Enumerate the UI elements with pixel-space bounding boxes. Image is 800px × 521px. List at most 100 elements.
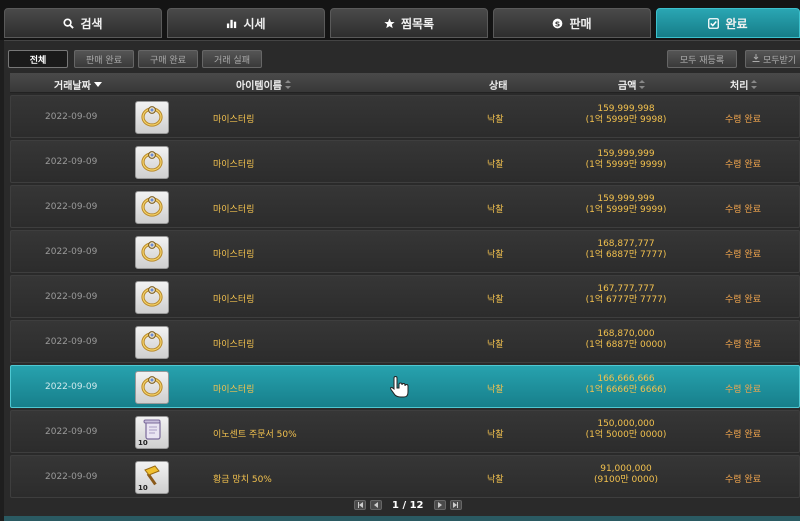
table-row[interactable]: 2022-09-09 마이스터링 낙찰 159,999,999 (1억 5999만 99…: [10, 185, 800, 228]
item-name: 황금 망치 50%: [213, 475, 272, 485]
trade-date: 2022-09-09: [45, 157, 98, 167]
table-row[interactable]: 2022-09-09 마이스터링 낙찰 168,877,777 (1억 6887만 77…: [10, 230, 800, 273]
column-item-name[interactable]: 아이템이름: [236, 77, 291, 92]
process-status: 수령 완료: [725, 430, 761, 440]
column-amount[interactable]: 금액: [618, 77, 646, 92]
column-date-label: 거래날짜: [54, 81, 91, 92]
next-page-button[interactable]: [433, 500, 446, 510]
sort-icon: [751, 80, 758, 89]
process-status: 수령 완료: [725, 250, 761, 260]
filter-trade-fail-button[interactable]: 거래 실패: [202, 50, 262, 68]
tab-label: 검색: [80, 16, 103, 31]
amount-korean: (1억 5999만 9999): [585, 205, 667, 215]
tab-price-history[interactable]: 시세: [167, 8, 325, 38]
trade-date: 2022-09-09: [45, 202, 98, 212]
amount-korean: (1억 5000만 0000): [585, 430, 667, 440]
process-status: 수령 완료: [725, 340, 761, 350]
item-badge: 10: [138, 439, 148, 447]
trade-amount: 167,777,777 (1억 6777만 7777): [571, 284, 681, 306]
table-row[interactable]: 2022-09-09 마이스터링 낙찰 167,777,777 (1억 6777만 77…: [10, 275, 800, 318]
amount-number: 168,877,777: [597, 239, 655, 249]
pagination: 1 / 12: [354, 498, 462, 512]
amount-number: 150,000,000: [597, 419, 655, 429]
ring-icon: [139, 283, 165, 313]
item-icon-slot[interactable]: 10: [135, 416, 169, 449]
process-status: 수령 완료: [725, 295, 761, 305]
column-process-label: 처리: [730, 81, 749, 92]
trade-status: 낙찰: [487, 115, 504, 125]
trade-date: 2022-09-09: [45, 292, 98, 302]
trade-amount: 159,999,998 (1억 5999만 9998): [571, 104, 681, 126]
sort-icon: [285, 80, 291, 89]
relist-all-button[interactable]: 모두 재등록: [667, 50, 737, 68]
tab-complete[interactable]: 완료: [656, 8, 800, 38]
item-name: 마이스터링: [213, 160, 255, 170]
column-date[interactable]: 거래날짜: [54, 77, 102, 92]
table-row[interactable]: 2022-09-09 마이스터링 낙찰 168,870,000 (1억 6887만 00…: [10, 320, 800, 363]
star-icon: [384, 17, 395, 29]
table-header: 거래날짜 아이템이름 상태 금액 처리: [10, 73, 800, 93]
item-icon-slot[interactable]: [135, 326, 169, 359]
sort-desc-icon: [93, 82, 102, 87]
completed-trades-panel: 전체 판매 완료 구매 완료 거래 실패 모두 재등록 모두받기 거래날짜 아이…: [4, 40, 800, 521]
item-icon-slot[interactable]: [135, 371, 169, 404]
item-icon-slot[interactable]: [135, 281, 169, 314]
process-status: 수령 완료: [725, 385, 761, 395]
ring-icon: [139, 238, 165, 268]
column-process[interactable]: 처리: [730, 77, 758, 92]
table-row[interactable]: 2022-09-09 10 이노센트 주문서 50% 낙찰 150,000,000 (1억…: [10, 410, 800, 453]
item-icon-slot[interactable]: [135, 191, 169, 224]
tab-wishlist[interactable]: 찜목록: [330, 8, 488, 38]
item-icon-slot[interactable]: 10: [135, 461, 169, 494]
filter-all-button[interactable]: 전체: [8, 50, 68, 68]
item-name: 마이스터링: [213, 250, 255, 260]
item-name: 마이스터링: [213, 115, 255, 125]
amount-korean: (1억 5999만 9999): [585, 160, 667, 170]
trade-status: 낙찰: [487, 205, 504, 215]
amount-number: 168,870,000: [597, 329, 655, 339]
trade-date: 2022-09-09: [45, 382, 98, 392]
tab-search[interactable]: 검색: [4, 8, 162, 38]
trade-amount: 168,870,000 (1억 6887만 0000): [571, 329, 681, 351]
last-page-button[interactable]: [449, 500, 462, 510]
trade-status: 낙찰: [487, 385, 504, 395]
table-row[interactable]: 2022-09-09 10 황금 망치 50% 낙찰 91,000,000 (9100만 …: [10, 455, 800, 498]
page-indicator: 1 / 12: [392, 499, 424, 511]
sort-icon: [639, 80, 646, 89]
filter-sell-done-button[interactable]: 판매 완료: [74, 50, 134, 68]
column-amount-label: 금액: [618, 81, 637, 92]
filter-buy-done-button[interactable]: 구매 완료: [138, 50, 198, 68]
table-row[interactable]: 2022-09-09 마이스터링 낙찰 159,999,998 (1억 5999만 99…: [10, 95, 800, 138]
item-icon-slot[interactable]: [135, 146, 169, 179]
tab-sell[interactable]: S 판매: [493, 8, 651, 38]
prev-page-button[interactable]: [370, 500, 382, 510]
tab-label: 완료: [725, 16, 748, 31]
amount-korean: (9100만 0000): [594, 475, 658, 485]
amount-number: 159,999,998: [597, 104, 655, 114]
item-name: 이노센트 주문서 50%: [213, 430, 297, 440]
top-tab-bar: 검색 시세 찜목록 S 판매 완료: [0, 0, 800, 40]
trade-amount: 159,999,999 (1억 5999만 9999): [571, 149, 681, 171]
process-status: 수령 완료: [725, 115, 761, 125]
amount-number: 166,666,666: [597, 374, 655, 384]
item-icon-slot[interactable]: [135, 236, 169, 269]
trade-date: 2022-09-09: [45, 427, 98, 437]
amount-korean: (1억 6777만 7777): [585, 295, 667, 305]
item-name: 마이스터링: [213, 205, 255, 215]
process-status: 수령 완료: [725, 475, 761, 485]
column-status: 상태: [489, 81, 508, 92]
chart-icon: [226, 18, 237, 29]
amount-number: 91,000,000: [600, 464, 652, 474]
receive-all-button[interactable]: 모두받기: [745, 50, 800, 68]
ring-icon: [139, 193, 165, 223]
trade-amount: 168,877,777 (1억 6887만 7777): [571, 239, 681, 261]
trade-date: 2022-09-09: [45, 247, 98, 257]
trade-date: 2022-09-09: [45, 472, 98, 482]
item-name: 마이스터링: [213, 340, 255, 350]
item-icon-slot[interactable]: [135, 101, 169, 134]
first-page-button[interactable]: [354, 500, 366, 510]
table-row[interactable]: 2022-09-09 마이스터링 낙찰 159,999,999 (1억 5999만 99…: [10, 140, 800, 183]
tab-label: 시세: [243, 16, 266, 31]
column-item-name-label: 아이템이름: [236, 81, 282, 92]
amount-number: 159,999,999: [597, 149, 655, 159]
